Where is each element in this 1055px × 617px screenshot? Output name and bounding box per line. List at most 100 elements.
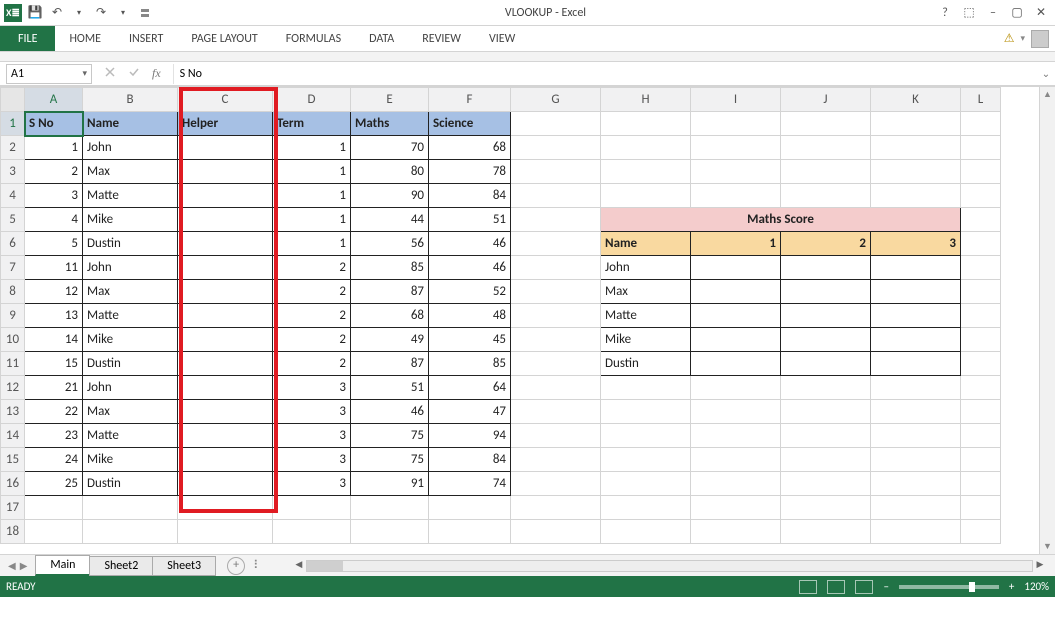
cell[interactable]: 75 xyxy=(351,424,429,448)
cell[interactable] xyxy=(178,400,273,424)
row-header[interactable]: 3 xyxy=(1,160,25,184)
cell[interactable]: 1 xyxy=(273,208,351,232)
cell[interactable]: 87 xyxy=(351,352,429,376)
row-header[interactable]: 12 xyxy=(1,376,25,400)
normal-view-icon[interactable] xyxy=(799,580,817,594)
cell[interactable] xyxy=(961,304,1001,328)
zoom-out-icon[interactable]: – xyxy=(883,580,888,593)
cell[interactable]: 23 xyxy=(25,424,83,448)
cell[interactable]: 13 xyxy=(25,304,83,328)
cell[interactable]: Matte xyxy=(601,304,691,328)
scroll-right-icon[interactable]: ▶ xyxy=(1033,559,1047,573)
select-all-corner[interactable] xyxy=(1,88,25,112)
qat-customize-icon[interactable]: 〓 xyxy=(136,4,154,22)
row-header[interactable]: 17 xyxy=(1,496,25,520)
cell[interactable]: 75 xyxy=(351,448,429,472)
cell[interactable] xyxy=(961,400,1001,424)
tab-view[interactable]: VIEW xyxy=(475,26,529,51)
cell[interactable] xyxy=(691,112,781,136)
cell[interactable] xyxy=(511,496,601,520)
cell[interactable] xyxy=(781,472,871,496)
cell[interactable] xyxy=(871,256,961,280)
cell[interactable] xyxy=(511,184,601,208)
cell[interactable]: 1 xyxy=(273,184,351,208)
cell[interactable] xyxy=(178,280,273,304)
row-header[interactable]: 14 xyxy=(1,424,25,448)
cell[interactable]: 84 xyxy=(429,184,511,208)
cell-C1[interactable]: Helper xyxy=(178,112,273,136)
cell[interactable] xyxy=(178,448,273,472)
cell[interactable]: 46 xyxy=(429,232,511,256)
cell[interactable]: 80 xyxy=(351,160,429,184)
cell[interactable] xyxy=(781,112,871,136)
cell[interactable] xyxy=(871,136,961,160)
cell[interactable]: 14 xyxy=(25,328,83,352)
cell[interactable]: 3 xyxy=(273,376,351,400)
cell[interactable]: 22 xyxy=(25,400,83,424)
cell[interactable] xyxy=(961,496,1001,520)
cell[interactable] xyxy=(691,184,781,208)
cell[interactable] xyxy=(871,376,961,400)
cell[interactable] xyxy=(511,112,601,136)
cell[interactable] xyxy=(871,400,961,424)
cell[interactable] xyxy=(781,184,871,208)
row-header[interactable]: 18 xyxy=(1,520,25,544)
cell[interactable] xyxy=(511,520,601,544)
cell[interactable]: 3 xyxy=(871,232,961,256)
cell[interactable] xyxy=(83,520,178,544)
cell[interactable] xyxy=(961,112,1001,136)
col-header-F[interactable]: F xyxy=(429,88,511,112)
chevron-down-icon[interactable]: ▾ xyxy=(114,4,132,22)
cell[interactable]: Dustin xyxy=(83,472,178,496)
cell[interactable]: 64 xyxy=(429,376,511,400)
cell[interactable] xyxy=(601,400,691,424)
cell[interactable]: 56 xyxy=(351,232,429,256)
cell[interactable] xyxy=(511,448,601,472)
cell[interactable]: 90 xyxy=(351,184,429,208)
cell[interactable] xyxy=(781,304,871,328)
cell[interactable]: 3 xyxy=(273,472,351,496)
cell[interactable] xyxy=(691,424,781,448)
cell[interactable] xyxy=(178,160,273,184)
cell[interactable] xyxy=(871,496,961,520)
cell[interactable] xyxy=(781,280,871,304)
zoom-in-icon[interactable]: + xyxy=(1009,580,1014,593)
cell[interactable] xyxy=(781,400,871,424)
cancel-formula-icon[interactable] xyxy=(104,66,116,82)
cell[interactable]: 68 xyxy=(429,136,511,160)
excel-icon[interactable]: X≣ xyxy=(4,4,22,22)
cell[interactable]: 11 xyxy=(25,256,83,280)
cell[interactable] xyxy=(871,472,961,496)
cell[interactable]: 52 xyxy=(429,280,511,304)
help-icon[interactable]: ? xyxy=(937,6,953,20)
cell[interactable] xyxy=(273,520,351,544)
tab-formulas[interactable]: FORMULAS xyxy=(272,26,355,51)
cell[interactable]: 85 xyxy=(351,256,429,280)
cell[interactable]: 21 xyxy=(25,376,83,400)
col-header-A[interactable]: A xyxy=(25,88,83,112)
cell-maths-score-title[interactable]: Maths Score xyxy=(601,208,961,232)
cell[interactable]: 4 xyxy=(25,208,83,232)
cell[interactable]: Dustin xyxy=(83,352,178,376)
row-header[interactable]: 8 xyxy=(1,280,25,304)
cell[interactable] xyxy=(178,424,273,448)
cell[interactable] xyxy=(351,496,429,520)
cell[interactable] xyxy=(178,184,273,208)
cell[interactable] xyxy=(601,112,691,136)
cell[interactable] xyxy=(961,136,1001,160)
page-layout-view-icon[interactable] xyxy=(827,580,845,594)
cell[interactable] xyxy=(511,376,601,400)
cell[interactable] xyxy=(601,520,691,544)
zoom-slider[interactable] xyxy=(899,585,999,589)
cell[interactable]: Dustin xyxy=(601,352,691,376)
cell[interactable] xyxy=(511,280,601,304)
zoom-level[interactable]: 120% xyxy=(1024,580,1049,593)
cell[interactable]: 1 xyxy=(273,160,351,184)
cell[interactable]: 3 xyxy=(273,424,351,448)
cell-B1[interactable]: Name xyxy=(83,112,178,136)
cell[interactable] xyxy=(961,160,1001,184)
cell[interactable] xyxy=(178,352,273,376)
cell[interactable] xyxy=(781,256,871,280)
cell[interactable]: 1 xyxy=(691,232,781,256)
cell[interactable] xyxy=(429,496,511,520)
